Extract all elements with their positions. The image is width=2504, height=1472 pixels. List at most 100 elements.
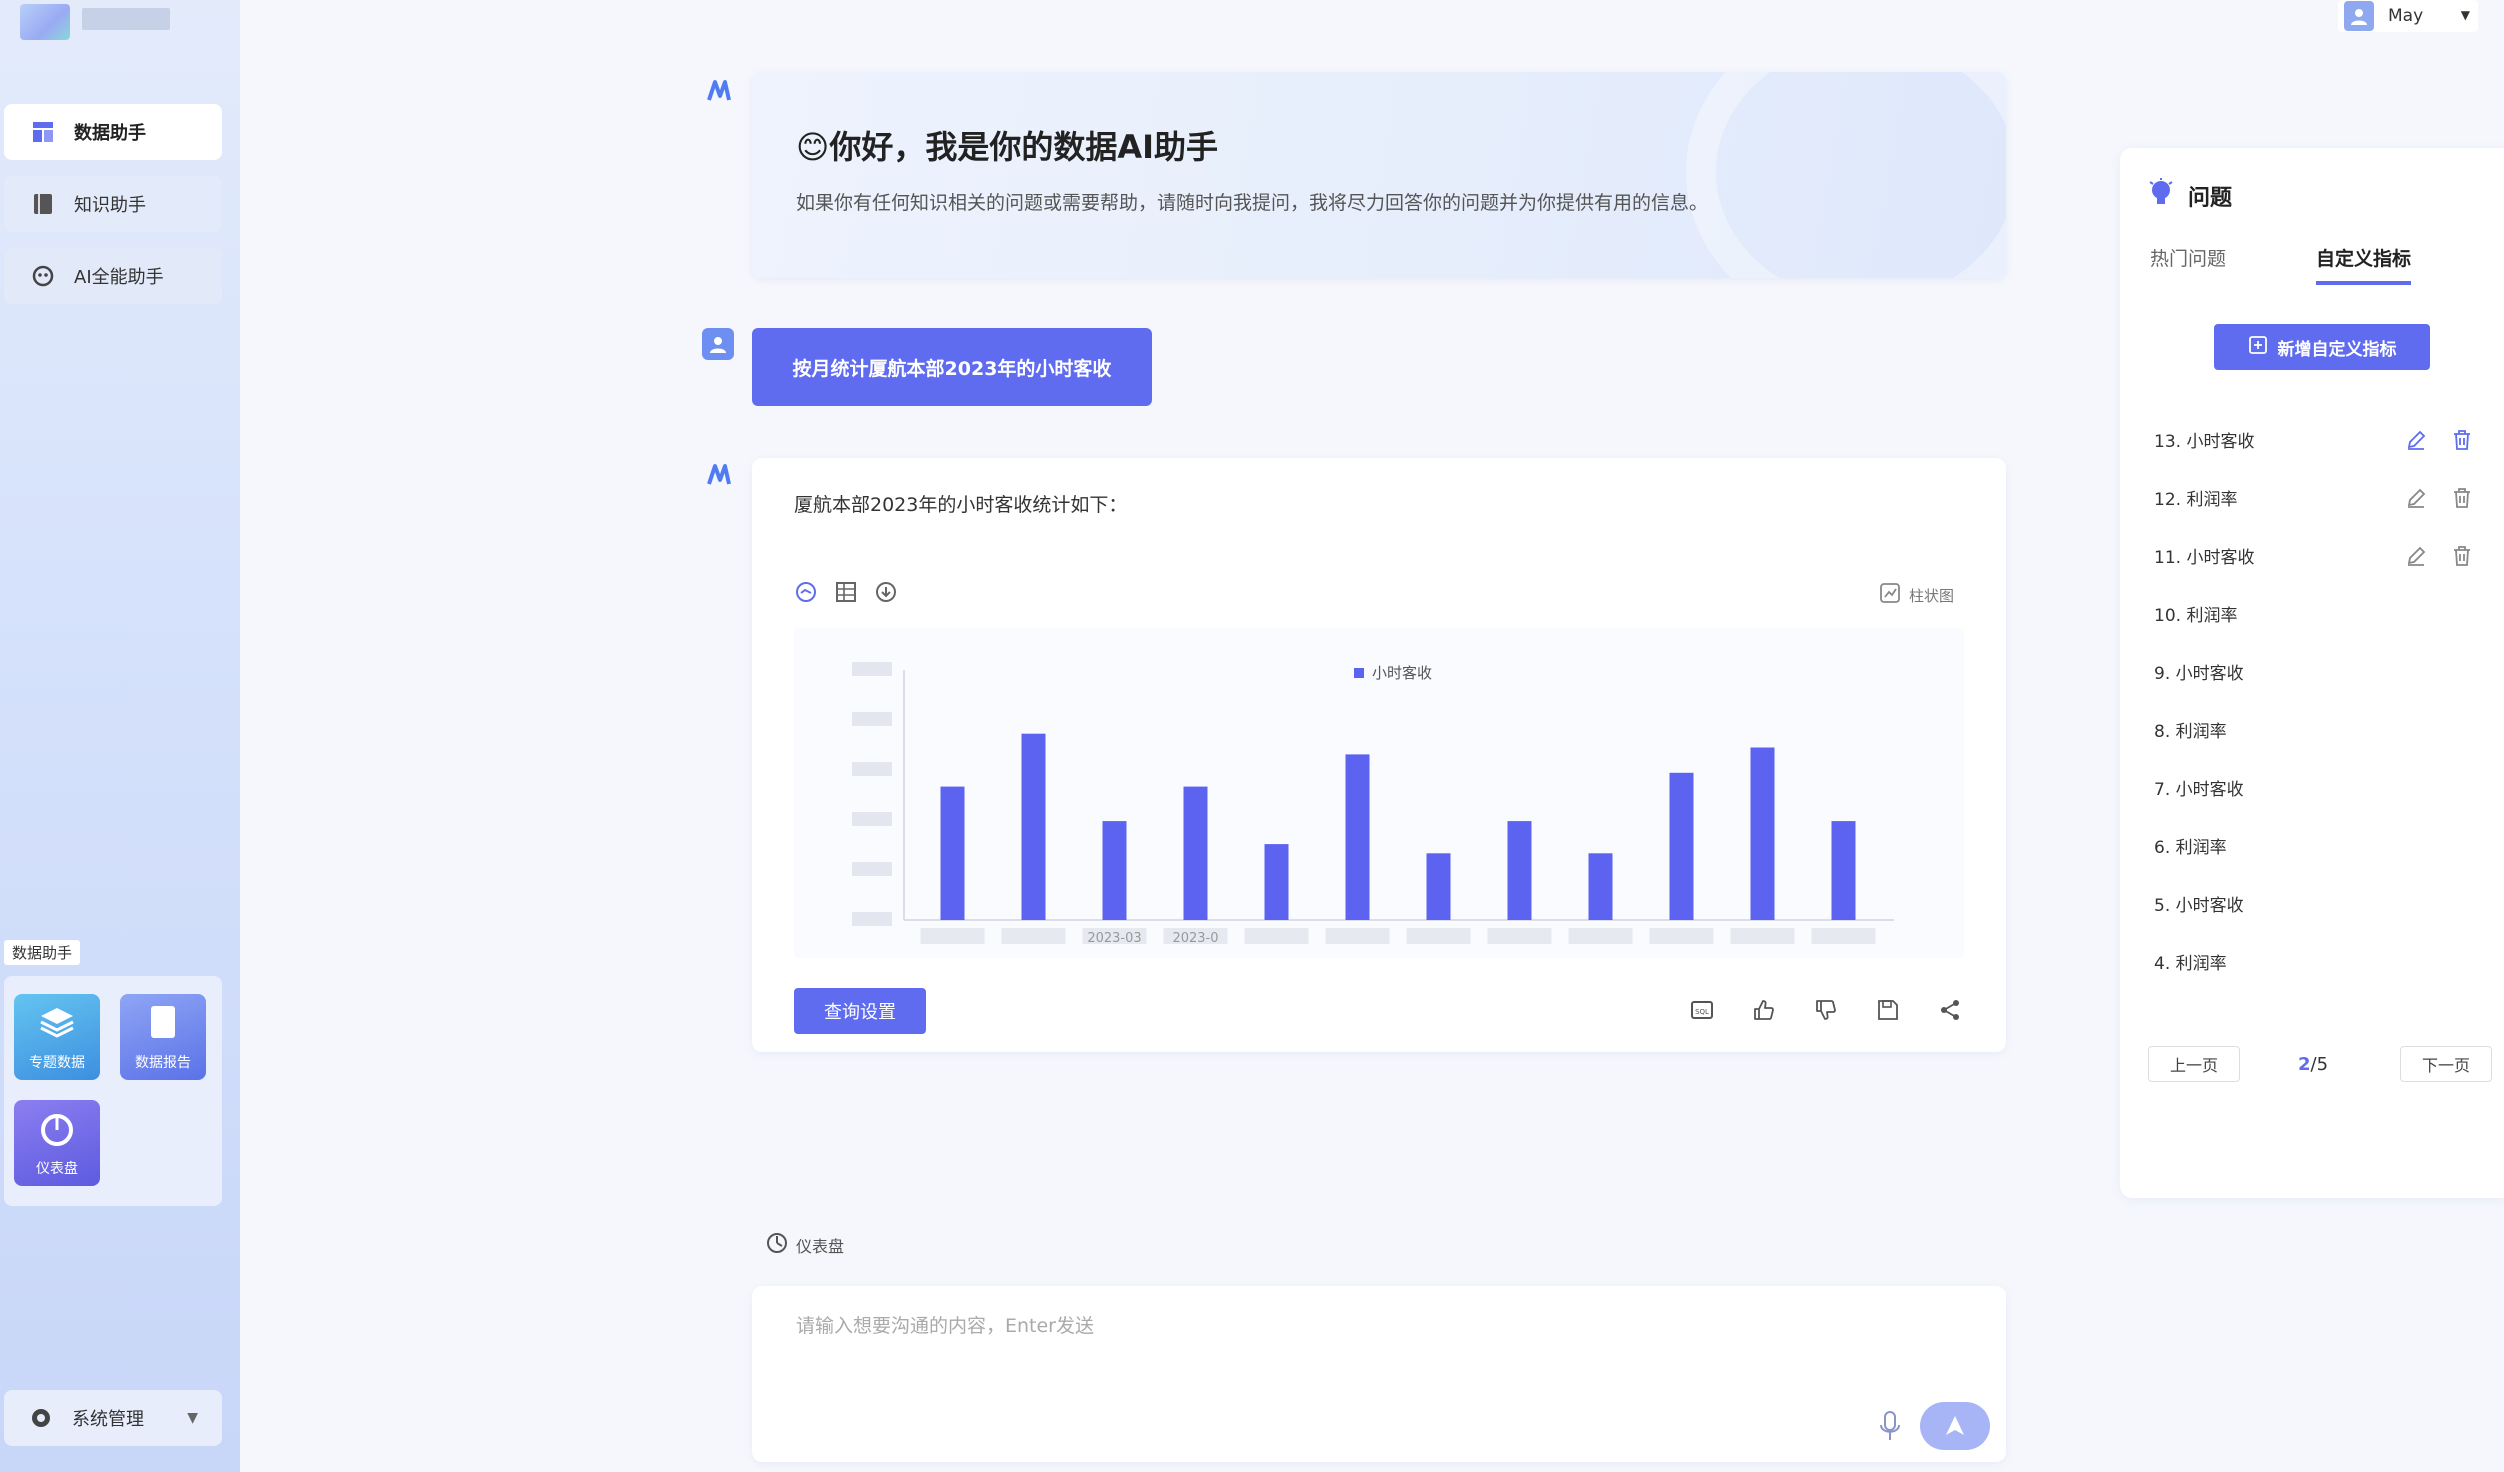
gear-icon: [28, 1405, 54, 1431]
welcome-title: 😊你好，我是你的数据AI助手: [796, 128, 1219, 166]
edit-icon[interactable]: [2404, 428, 2428, 452]
bar-2023-01[interactable]: [940, 786, 965, 920]
sidebar-item-knowledge-assistant[interactable]: 知识助手: [4, 176, 222, 232]
logo-text-blurred: [82, 8, 170, 30]
delete-icon[interactable]: [2450, 486, 2474, 510]
tab-hot-questions[interactable]: 热门问题: [2150, 244, 2226, 281]
download-icon[interactable]: [874, 580, 898, 604]
metric-list-item[interactable]: 11. 小时客收: [2154, 526, 2474, 584]
x-tick-label-obscured: [1811, 928, 1876, 944]
x-tick-label-obscured: [1244, 928, 1309, 944]
tile-label: 仪表盘: [36, 1161, 78, 1177]
answer-text: 厦航本部2023年的小时客收统计如下：: [794, 494, 1128, 516]
metric-list-item[interactable]: 4. 利润率: [2154, 932, 2474, 990]
metric-label: 13. 小时客收: [2154, 431, 2255, 452]
edit-icon[interactable]: [2404, 486, 2428, 510]
bar-chart: 小时客收 2023-03 2023-0: [852, 662, 1894, 946]
welcome-text: 如果你有任何知识相关的问题或需要帮助，请随时向我提问，我将尽力回答你的问题并为你…: [796, 192, 1709, 214]
delete-icon[interactable]: [2450, 544, 2474, 568]
x-tick-label-obscured: [1325, 928, 1390, 944]
metric-list-item[interactable]: 9. 小时客收: [2154, 642, 2474, 700]
layers-icon: [39, 1006, 75, 1044]
add-custom-metric-button[interactable]: 新增自定义指标: [2214, 324, 2430, 370]
answer-card: 厦航本部2023年的小时客收统计如下： 柱状图 小时客收 2023-03 2023-…: [752, 458, 2006, 1052]
metric-label: 4. 利润率: [2154, 953, 2227, 974]
ai-icon: [30, 263, 56, 289]
share-icon[interactable]: [1936, 996, 1964, 1024]
metric-list-item[interactable]: 10. 利润率: [2154, 584, 2474, 642]
svg-text:SQL: SQL: [1695, 1008, 1709, 1016]
bar-2023-02[interactable]: [1021, 733, 1046, 920]
metric-label: 9. 小时客收: [2154, 663, 2244, 684]
edit-icon[interactable]: [2404, 544, 2428, 568]
metric-list-item[interactable]: 7. 小时客收: [2154, 758, 2474, 816]
metric-label: 5. 小时客收: [2154, 895, 2244, 916]
bar-2023-04[interactable]: [1183, 786, 1208, 920]
metric-list: 13. 小时客收 12. 利润率 11. 小时客收 10. 利润率 9. 小时客收 8. …: [2154, 410, 2474, 990]
bar-2023-11[interactable]: [1750, 747, 1775, 921]
chat-input[interactable]: [796, 1306, 1796, 1346]
bar-2023-10[interactable]: [1669, 772, 1694, 920]
metric-list-item[interactable]: 12. 利润率: [2154, 468, 2474, 526]
add-icon: [2248, 335, 2268, 360]
sidebar-item-ai-assistant[interactable]: AI全能助手: [4, 248, 222, 304]
send-button[interactable]: [1920, 1402, 1990, 1450]
send-icon: [1946, 1416, 1964, 1435]
tile-dashboard[interactable]: 仪表盘: [14, 1100, 100, 1186]
legend-label: 小时客收: [1372, 664, 1432, 682]
sidebar-item-system-management[interactable]: 系统管理 ▼: [4, 1390, 222, 1446]
metric-list-item[interactable]: 6. 利润率: [2154, 816, 2474, 874]
avatar: [2344, 1, 2374, 31]
thumbs-up-icon[interactable]: [1750, 996, 1778, 1024]
y-tick-label-obscured: [852, 712, 892, 726]
dashboard-link[interactable]: 仪表盘: [766, 1232, 844, 1258]
metric-label: 7. 小时客收: [2154, 779, 2244, 800]
x-tick-label-obscured: [1568, 928, 1633, 944]
x-tick-label: 2023-0: [1172, 931, 1218, 946]
sidebar-item-label: 数据助手: [74, 123, 146, 144]
caret-down-icon: ▼: [2460, 8, 2470, 22]
microphone-icon[interactable]: [1878, 1410, 1902, 1442]
metric-list-item[interactable]: 8. 利润率: [2154, 700, 2474, 758]
bar-2023-03[interactable]: [1102, 821, 1127, 920]
save-icon[interactable]: [1874, 996, 1902, 1024]
delete-icon[interactable]: [2450, 428, 2474, 452]
decoration: [1686, 72, 2006, 278]
user-menu[interactable]: May ▼: [2338, 0, 2478, 32]
chart-type-label: 柱状图: [1908, 586, 1954, 605]
query-settings-button[interactable]: 查询设置: [794, 988, 926, 1034]
table-view-icon[interactable]: [834, 580, 858, 604]
chart-type-toggle[interactable]: 柱状图: [1879, 582, 1954, 608]
bar-2023-08[interactable]: [1507, 821, 1532, 920]
metric-actions: [2404, 486, 2474, 510]
dashboard-icon: [766, 1232, 788, 1258]
x-tick-label-obscured: [1730, 928, 1795, 944]
sidebar-item-data-assistant[interactable]: 数据助手: [4, 104, 222, 160]
next-page-button[interactable]: 下一页: [2400, 1046, 2492, 1082]
thumbs-down-icon[interactable]: [1812, 996, 1840, 1024]
bar-2023-07[interactable]: [1426, 853, 1451, 920]
y-tick-label-obscured: [852, 812, 892, 826]
user-avatar-icon: [702, 328, 734, 360]
current-page: 2: [2298, 1054, 2311, 1075]
prev-page-button[interactable]: 上一页: [2148, 1046, 2240, 1082]
tile-data-report[interactable]: 数据报告: [120, 994, 206, 1080]
bar-2023-09[interactable]: [1588, 853, 1613, 920]
tab-custom-metrics[interactable]: 自定义指标: [2316, 244, 2412, 285]
bar-2023-12[interactable]: [1831, 821, 1856, 920]
bar-2023-05[interactable]: [1264, 844, 1289, 920]
y-tick-label-obscured: [852, 662, 892, 676]
tile-topic-data[interactable]: 专题数据: [14, 994, 100, 1080]
metric-list-item[interactable]: 5. 小时客收: [2154, 874, 2474, 932]
bar-2023-06[interactable]: [1345, 754, 1370, 920]
metric-list-item[interactable]: 13. 小时客收: [2154, 410, 2474, 468]
dashboard-link-label: 仪表盘: [796, 1237, 845, 1256]
user-question-bubble[interactable]: 按月统计厦航本部2023年的小时客收: [752, 328, 1152, 406]
page-indicator: 2/5: [2298, 1054, 2328, 1075]
metric-label: 12. 利润率: [2154, 489, 2238, 510]
metric-actions: [2404, 544, 2474, 568]
bot-logo-icon: [707, 80, 731, 101]
chart-view-icon[interactable]: [794, 580, 818, 604]
sql-icon[interactable]: SQL: [1688, 996, 1716, 1024]
pagination: 上一页 2/5 下一页: [2148, 1046, 2492, 1082]
